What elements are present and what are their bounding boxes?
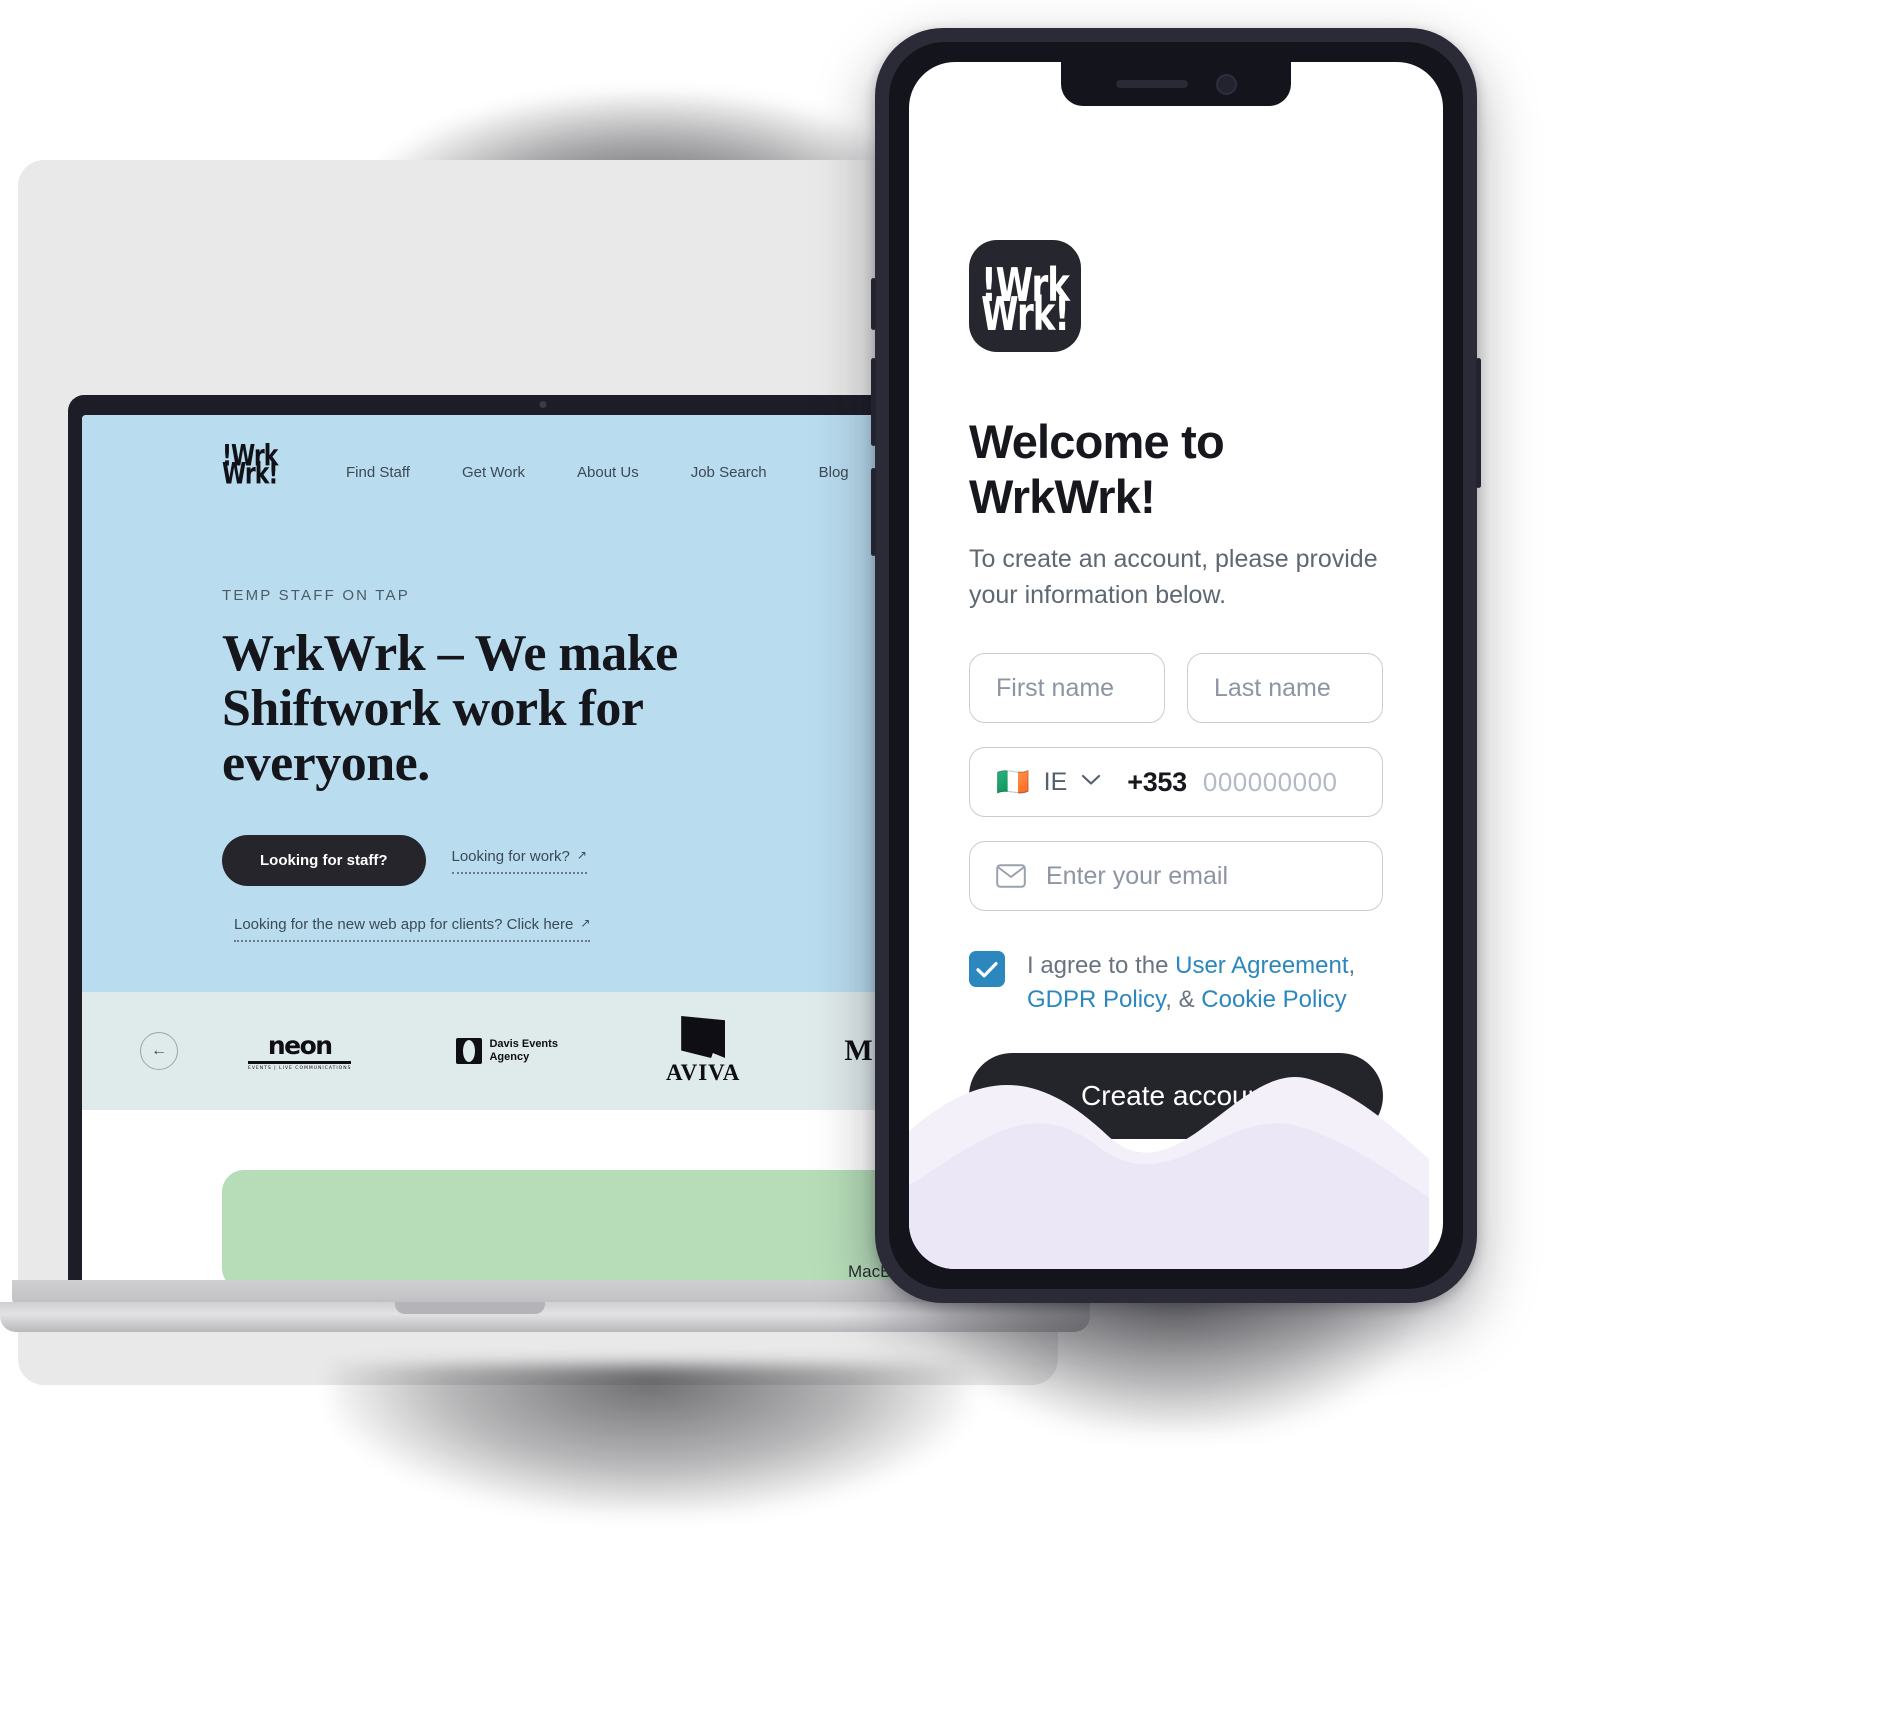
ireland-flag-icon: 🇮🇪 [996,766,1030,797]
laptop-camera-icon [539,401,547,408]
nav-item-about-us[interactable]: About Us [551,464,665,481]
brand-neon-tagline: EVENTS | LIVE COMMUNICATIONS [248,1061,352,1071]
phone-number-input[interactable]: 🇮🇪 IE +353 000000000 [969,747,1383,817]
phone-device: !Wrk Wrk! Welcome to WrkWrk! To create a… [855,18,1485,1433]
phone-volume-up-button[interactable] [871,358,876,446]
first-name-placeholder: First name [996,673,1115,702]
phone-speaker-icon [1115,80,1188,88]
agreement-row: I agree to the User Agreement, GDPR Poli… [969,949,1383,1017]
page-subtitle: To create an account, please provide you… [969,545,1378,609]
phone-power-button[interactable] [1476,358,1481,488]
nav-item-get-work[interactable]: Get Work [436,464,551,481]
nav-item-job-search[interactable]: Job Search [665,464,793,481]
website-logo[interactable]: !Wrk Wrk! [222,441,278,499]
phone-mute-switch[interactable] [871,278,876,330]
looking-for-staff-button[interactable]: Looking for staff? [222,835,426,887]
country-code-label: IE [1043,767,1068,796]
webapp-clients-link[interactable]: Looking for the new web app for clients?… [234,916,591,943]
phone-number-placeholder: 000000000 [1202,766,1338,797]
aviva-wordmark: AVIVA [665,1060,741,1085]
davis-wordmark: Davis Events Agency [489,1038,557,1063]
gdpr-policy-link[interactable]: GDPR Policy [1027,986,1165,1013]
chevron-down-icon[interactable] [1081,773,1101,791]
app-logo-wordmark: !Wrk Wrk! [981,264,1070,338]
phone-volume-down-button[interactable] [871,468,876,556]
arrow-up-right-icon: ↗ [576,847,587,862]
webapp-clients-label: Looking for the new web app for clients?… [234,916,574,934]
name-fields-row: First name Last name [969,653,1383,723]
check-icon [976,961,998,977]
davis-line-2: Agency [489,1051,530,1063]
laptop-bottom-shadow [330,1365,970,1515]
logo-wordmark: !Wrk Wrk! [222,441,278,490]
signin-prompt: Already have an account? [983,1171,1273,1200]
signin-row: Already have an account? Sign in [969,1171,1383,1200]
signup-screen: !Wrk Wrk! Welcome to WrkWrk! To create a… [909,62,1443,1269]
phone-screen: !Wrk Wrk! Welcome to WrkWrk! To create a… [909,62,1443,1269]
looking-for-work-link[interactable]: Looking for work? ↗ [451,847,588,874]
brand-logo-neon: neon EVENTS | LIVE COMMUNICATIONS [248,1031,352,1071]
user-agreement-link[interactable]: User Agreement [1175,952,1348,979]
envelope-icon [996,864,1026,888]
brand-neon-wordmark: neon [267,1031,333,1060]
agreement-text: I agree to the User Agreement, GDPR Poli… [1027,949,1383,1017]
phone-notch [1061,62,1291,106]
agreement-sep-2: , & [1165,986,1202,1014]
aviva-flag-icon [681,1016,726,1058]
brand-logo-aviva: AVIVA [666,1016,740,1086]
hero-webapp-link-wrap: Looking for the new web app for clients?… [234,916,591,943]
hero-title: WrkWrk – We make Shiftwork work for ever… [222,625,678,793]
create-account-button[interactable]: Create account [969,1053,1383,1140]
brand-logo-davis-events: Davis Events Agency [456,1038,558,1064]
laptop-base-notch [395,1302,545,1314]
dial-code-label: +353 [1127,766,1187,797]
first-name-input[interactable]: First name [969,653,1165,723]
agreement-checkbox[interactable] [969,951,1005,987]
last-name-placeholder: Last name [1214,673,1331,702]
app-logo: !Wrk Wrk! [969,240,1081,352]
email-placeholder: Enter your email [1046,861,1229,890]
phone-inner-bezel: !Wrk Wrk! Welcome to WrkWrk! To create a… [889,42,1463,1289]
cookie-policy-link[interactable]: Cookie Policy [1201,986,1346,1013]
phone-front-camera-icon [1215,73,1237,95]
nav-item-find-staff[interactable]: Find Staff [320,464,436,481]
sign-in-link[interactable]: Sign in [1285,1171,1368,1199]
looking-for-work-label: Looking for work? [451,847,570,865]
app-logo-line-2: Wrk! [981,287,1070,342]
last-name-input[interactable]: Last name [1187,653,1383,723]
agreement-prefix: I agree to the [1027,952,1176,979]
logo-line-2: Wrk! [222,458,278,492]
phone-frame: !Wrk Wrk! Welcome to WrkWrk! To create a… [871,28,1481,1303]
screenshot-canvas: !Wrk Wrk! Find Staff Get Work About Us J… [0,0,1890,1714]
page-title: Welcome to WrkWrk! [969,415,1225,523]
davis-mark-icon [456,1038,483,1064]
agreement-sep-1: , [1348,952,1356,979]
email-input[interactable]: Enter your email [969,841,1383,911]
arrow-up-right-icon: ↗ [580,916,591,931]
davis-line-1: Davis Events [489,1038,558,1051]
arrow-left-icon[interactable]: ← [140,1032,178,1070]
